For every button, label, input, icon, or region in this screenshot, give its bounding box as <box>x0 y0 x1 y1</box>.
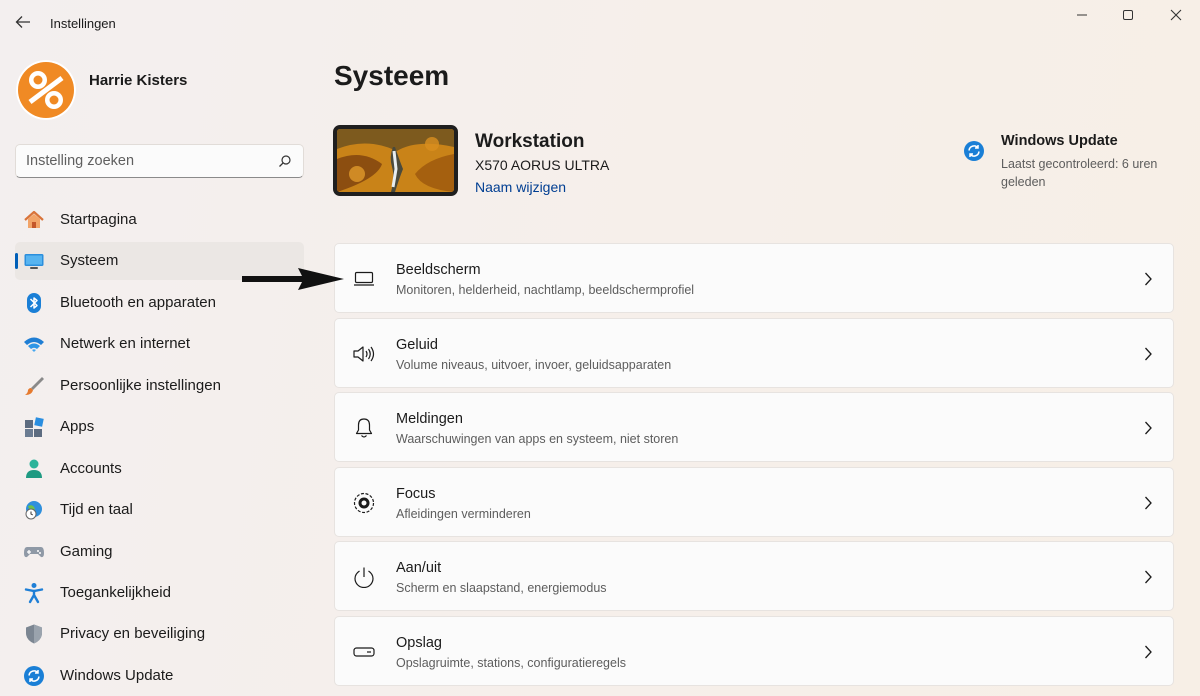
sidebar-item-toegankelijkheid[interactable]: Toegankelijkheid <box>15 574 304 612</box>
chevron-right-icon <box>1145 347 1152 361</box>
sidebar-item-privacy[interactable]: Privacy en beveiliging <box>15 615 304 653</box>
sidebar-item-gaming[interactable]: Gaming <box>15 533 304 571</box>
sidebar-item-label: Apps <box>60 418 95 435</box>
setting-card-opslag[interactable]: Opslag Opslagruimte, stations, configura… <box>334 616 1174 686</box>
arrow-left-icon <box>15 16 30 28</box>
card-description: Opslagruimte, stations, configuratierege… <box>396 656 626 670</box>
chevron-right-icon <box>1145 272 1152 286</box>
sidebar-item-label: Bluetooth en apparaten <box>60 294 216 311</box>
globe-clock-icon <box>23 499 45 521</box>
accessibility-icon <box>23 582 45 604</box>
maximize-icon <box>1123 10 1133 20</box>
sync-icon <box>23 665 45 687</box>
focus-icon <box>352 492 376 514</box>
card-title: Geluid <box>396 337 438 353</box>
page-title: Systeem <box>334 60 450 91</box>
setting-card-beeldscherm[interactable]: Beeldscherm Monitoren, helderheid, nacht… <box>334 243 1174 313</box>
sidebar-item-label: Accounts <box>60 460 122 477</box>
sidebar-item-label: Gaming <box>60 543 113 560</box>
bell-icon <box>352 417 376 439</box>
sidebar-item-label: Systeem <box>60 252 119 269</box>
shield-icon <box>23 623 45 645</box>
bluetooth-icon <box>23 292 45 314</box>
card-title: Aan/uit <box>396 560 442 576</box>
sidebar-item-label: Privacy en beveiliging <box>60 625 206 642</box>
sidebar-item-label: Tijd en taal <box>60 501 133 518</box>
card-description: Afleidingen verminderen <box>396 507 531 521</box>
close-button[interactable] <box>1154 4 1198 26</box>
sidebar-item-startpagina[interactable]: Startpagina <box>15 201 304 239</box>
chevron-right-icon <box>1145 645 1152 659</box>
card-title: Opslag <box>396 635 442 651</box>
power-icon <box>352 566 376 588</box>
sidebar-item-tijd[interactable]: Tijd en taal <box>15 491 304 529</box>
device-wallpaper-thumbnail <box>333 125 458 196</box>
profile-name: Harrie Kisters <box>89 72 188 89</box>
chevron-right-icon <box>1145 496 1152 510</box>
active-indicator <box>15 253 18 269</box>
device-name: Workstation <box>475 131 585 152</box>
sidebar-item-label: Toegankelijkheid <box>60 584 171 601</box>
device-model: X570 AORUS ULTRA <box>475 157 610 173</box>
setting-card-focus[interactable]: Focus Afleidingen verminderen <box>334 467 1174 537</box>
sidebar-item-netwerk[interactable]: Netwerk en internet <box>15 325 304 363</box>
display-icon <box>352 268 376 290</box>
minimize-icon <box>1077 14 1087 16</box>
close-icon <box>1170 9 1182 21</box>
gamepad-icon <box>23 541 45 563</box>
setting-card-geluid[interactable]: Geluid Volume niveaus, uitvoer, invoer, … <box>334 318 1174 388</box>
title-bar: Instellingen <box>0 0 1200 48</box>
chevron-right-icon <box>1145 570 1152 584</box>
search-icon[interactable] <box>278 154 292 168</box>
avatar-logo-icon <box>16 60 76 120</box>
sidebar-item-persoonlijk[interactable]: Persoonlijke instellingen <box>15 367 304 405</box>
setting-card-aan-uit[interactable]: Aan/uit Scherm en slaapstand, energiemod… <box>334 541 1174 611</box>
card-title: Beeldscherm <box>396 262 481 278</box>
monitor-icon <box>23 250 45 272</box>
card-description: Monitoren, helderheid, nachtlamp, beelds… <box>396 283 695 297</box>
avatar[interactable] <box>16 60 76 120</box>
home-icon <box>23 209 45 231</box>
maximize-button[interactable] <box>1106 4 1150 26</box>
sidebar-item-label: Netwerk en internet <box>60 335 191 352</box>
card-description: Scherm en slaapstand, energiemodus <box>396 581 607 595</box>
search-input[interactable] <box>26 151 266 171</box>
card-title: Meldingen <box>396 411 463 427</box>
sidebar-item-label: Startpagina <box>60 211 137 228</box>
card-title: Focus <box>396 486 436 502</box>
sidebar-item-windows-update[interactable]: Windows Update <box>15 657 304 695</box>
wifi-icon <box>23 333 45 355</box>
search-box[interactable] <box>15 144 304 178</box>
speaker-icon <box>352 343 376 365</box>
storage-icon <box>352 641 376 663</box>
rename-link[interactable]: Naam wijzigen <box>475 179 566 195</box>
minimize-button[interactable] <box>1060 4 1104 26</box>
sidebar-item-label: Windows Update <box>60 667 174 684</box>
apps-icon <box>23 416 45 438</box>
sidebar-item-accounts[interactable]: Accounts <box>15 450 304 488</box>
chevron-right-icon <box>1145 421 1152 435</box>
app-title: Instellingen <box>50 16 116 31</box>
windows-update-last-checked: Laatst gecontroleerd: 6 uren geleden <box>1001 157 1158 189</box>
setting-card-meldingen[interactable]: Meldingen Waarschuwingen van apps en sys… <box>334 392 1174 462</box>
brush-icon <box>23 375 45 397</box>
windows-update-title: Windows Update <box>1001 133 1118 149</box>
sidebar-item-label: Persoonlijke instellingen <box>60 377 221 394</box>
person-icon <box>23 458 45 480</box>
pointer-arrow-icon <box>242 268 344 290</box>
card-description: Waarschuwingen van apps en systeem, niet… <box>396 432 679 446</box>
card-description: Volume niveaus, uitvoer, invoer, geluids… <box>396 358 672 372</box>
waterfall-landscape-image <box>337 129 454 192</box>
back-button[interactable] <box>12 10 34 34</box>
sidebar-item-apps[interactable]: Apps <box>15 408 304 446</box>
sync-icon <box>964 141 984 161</box>
